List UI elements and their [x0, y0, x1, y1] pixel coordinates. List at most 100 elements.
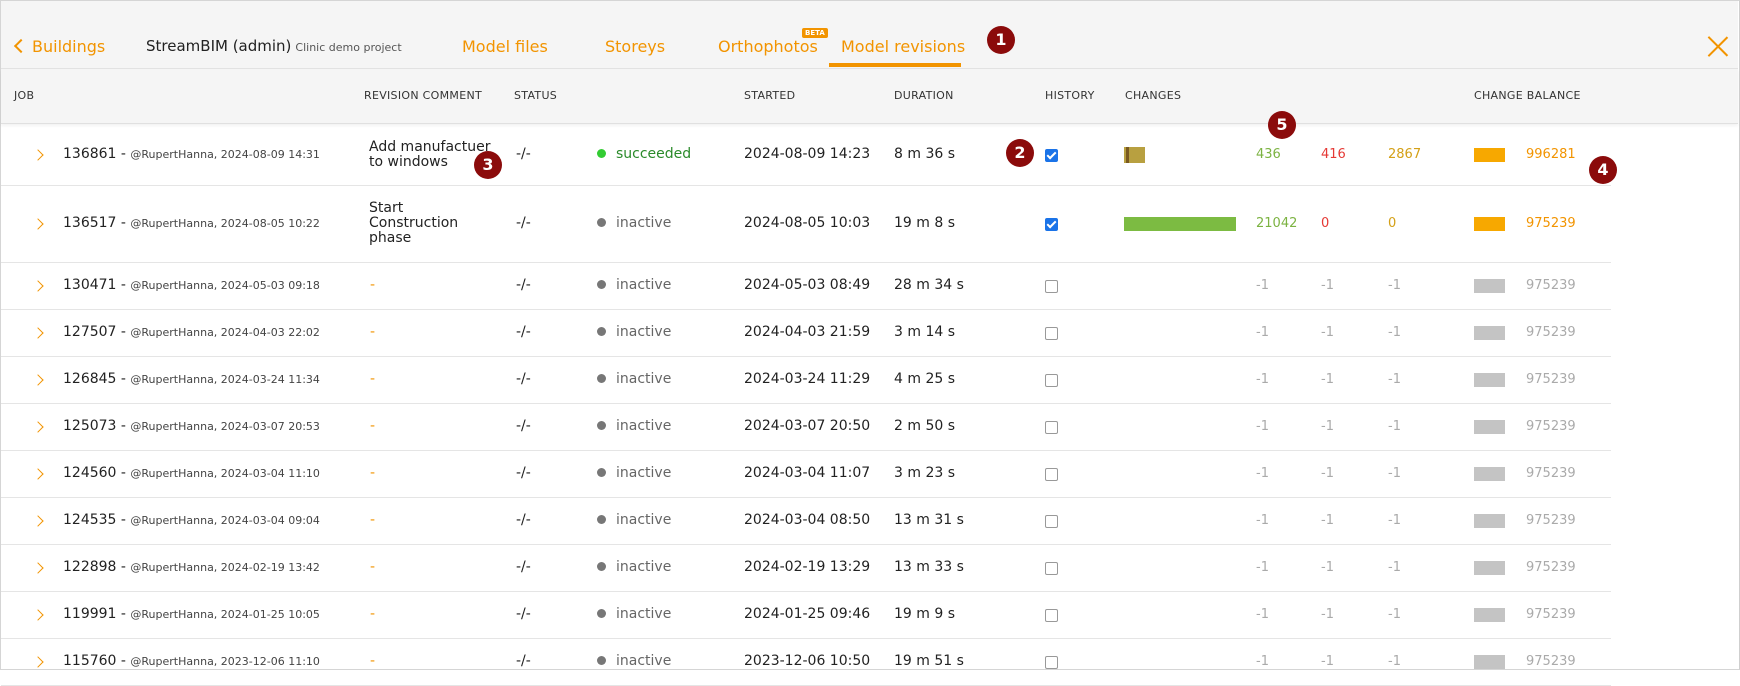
started-time: 2024-03-24 11:29	[744, 371, 871, 387]
row-expand-chevron-icon[interactable]	[32, 656, 44, 668]
status-label: inactive	[616, 512, 672, 528]
started-time: 2024-08-09 14:23	[744, 146, 871, 162]
status-badge: inactive	[597, 324, 671, 340]
back-to-buildings-link[interactable]: Buildings	[13, 37, 105, 56]
annotation-marker-1: 1	[987, 26, 1015, 54]
status-dot-icon	[597, 515, 606, 524]
row-expand-chevron-icon[interactable]	[32, 421, 44, 433]
revision-comment: -	[370, 606, 376, 622]
changed-count: -1	[1388, 466, 1401, 481]
changed-count: 2867	[1388, 147, 1422, 162]
row-expand-chevron-icon[interactable]	[32, 468, 44, 480]
history-checkbox[interactable]	[1045, 218, 1058, 231]
project-subtitle: Clinic demo project	[295, 41, 402, 54]
revision-comment: -	[370, 324, 376, 340]
started-time: 2024-02-19 13:29	[744, 559, 871, 575]
table-row[interactable]: 127507 - @RupertHanna, 2024-04-03 22:02-…	[1, 309, 1611, 357]
job-id: 122898	[63, 559, 117, 575]
history-checkbox[interactable]	[1045, 609, 1058, 622]
job-separator: -	[116, 215, 131, 231]
changes-bar	[1124, 217, 1236, 231]
job-id: 119991	[63, 606, 117, 622]
duration: 3 m 23 s	[894, 465, 956, 481]
removed-count: -1	[1321, 466, 1334, 481]
change-balance-value: 975239	[1526, 466, 1576, 481]
table-row[interactable]: 124560 - @RupertHanna, 2024-03-04 11:10-…	[1, 450, 1611, 498]
history-checkbox[interactable]	[1045, 327, 1058, 340]
job-meta: @RupertHanna, 2024-08-05 10:22	[130, 217, 320, 230]
row-expand-chevron-icon[interactable]	[32, 562, 44, 574]
history-checkbox[interactable]	[1045, 280, 1058, 293]
job-separator: -	[116, 559, 131, 575]
history-checkbox[interactable]	[1045, 468, 1058, 481]
row-expand-chevron-icon[interactable]	[32, 218, 44, 230]
col-change-balance: CHANGE BALANCE	[1474, 89, 1581, 102]
change-balance-bar	[1474, 561, 1505, 575]
change-balance-bar	[1474, 326, 1505, 340]
duration: 13 m 33 s	[894, 559, 964, 575]
duration: 19 m 51 s	[894, 653, 964, 669]
job-meta: @RupertHanna, 2024-01-25 10:05	[130, 608, 320, 621]
row-expand-chevron-icon[interactable]	[32, 515, 44, 527]
table-row[interactable]: 115760 - @RupertHanna, 2023-12-06 11:10-…	[1, 638, 1611, 686]
row-expand-chevron-icon[interactable]	[32, 280, 44, 292]
table-row[interactable]: 126845 - @RupertHanna, 2024-03-24 11:34-…	[1, 356, 1611, 404]
row-expand-chevron-icon[interactable]	[32, 374, 44, 386]
tab-storeys[interactable]: Storeys	[605, 37, 665, 56]
status-ratio: -/-	[516, 512, 531, 528]
status-label: inactive	[616, 371, 672, 387]
changed-count: -1	[1388, 372, 1401, 387]
history-checkbox[interactable]	[1045, 374, 1058, 387]
tab-model-revisions[interactable]: Model revisions	[841, 37, 965, 56]
history-checkbox[interactable]	[1045, 656, 1058, 669]
added-count: -1	[1256, 372, 1269, 387]
status-dot-icon	[597, 421, 606, 430]
status-label: inactive	[616, 653, 672, 669]
change-balance-bar	[1474, 148, 1505, 162]
table-row[interactable]: 124535 - @RupertHanna, 2024-03-04 09:04-…	[1, 497, 1611, 545]
history-checkbox[interactable]	[1045, 562, 1058, 575]
status-label: inactive	[616, 277, 672, 293]
col-started: STARTED	[744, 89, 796, 102]
duration: 28 m 34 s	[894, 277, 964, 293]
status-badge: succeeded	[597, 146, 691, 162]
status-badge: inactive	[597, 277, 671, 293]
row-expand-chevron-icon[interactable]	[32, 609, 44, 621]
revision-comment: -	[370, 277, 376, 293]
row-expand-chevron-icon[interactable]	[32, 149, 44, 161]
history-checkbox[interactable]	[1045, 421, 1058, 434]
tab-model-files[interactable]: Model files	[462, 37, 548, 56]
row-expand-chevron-icon[interactable]	[32, 327, 44, 339]
job-id: 125073	[63, 418, 117, 434]
changed-count: -1	[1388, 607, 1401, 622]
history-checkbox[interactable]	[1045, 515, 1058, 528]
close-icon[interactable]	[1708, 36, 1728, 56]
table-row[interactable]: 136861 - @RupertHanna, 2024-08-09 14:31 A…	[1, 124, 1611, 186]
history-checkbox[interactable]	[1045, 149, 1058, 162]
job-cell: 125073 - @RupertHanna, 2024-03-07 20:53	[63, 418, 320, 434]
table-row[interactable]: 119991 - @RupertHanna, 2024-01-25 10:05 -…	[1, 591, 1611, 639]
revision-comment: -	[370, 418, 376, 434]
col-job: JOB	[14, 89, 35, 102]
table-row[interactable]: 125073 - @RupertHanna, 2024-03-07 20:53 -…	[1, 403, 1611, 451]
table-header: JOB REVISION COMMENT STATUS STARTED DURA…	[1, 69, 1738, 124]
revision-comment: -	[370, 512, 376, 528]
annotation-marker-4: 4	[1589, 156, 1617, 184]
change-balance-value: 975239	[1526, 216, 1576, 231]
table-row[interactable]: 122898 - @RupertHanna, 2024-02-19 13:42-…	[1, 544, 1611, 592]
change-balance-value: 975239	[1526, 372, 1576, 387]
added-count: -1	[1256, 325, 1269, 340]
table-row[interactable]: 136517 - @RupertHanna, 2024-08-05 10:22 S…	[1, 185, 1611, 263]
tab-orthophotos[interactable]: Orthophotos	[718, 37, 818, 56]
status-ratio: -/-	[516, 277, 531, 293]
changed-count: 0	[1388, 216, 1397, 231]
status-ratio: -/-	[516, 146, 531, 162]
table-row[interactable]: 130471 - @RupertHanna, 2024-05-03 09:18-…	[1, 262, 1611, 310]
changed-count: -1	[1388, 513, 1401, 528]
status-dot-icon	[597, 374, 606, 383]
job-id: 136861	[63, 146, 117, 162]
duration: 19 m 8 s	[894, 215, 956, 231]
changed-count: -1	[1388, 278, 1401, 293]
status-label: succeeded	[616, 146, 692, 162]
status-label: inactive	[616, 606, 672, 622]
